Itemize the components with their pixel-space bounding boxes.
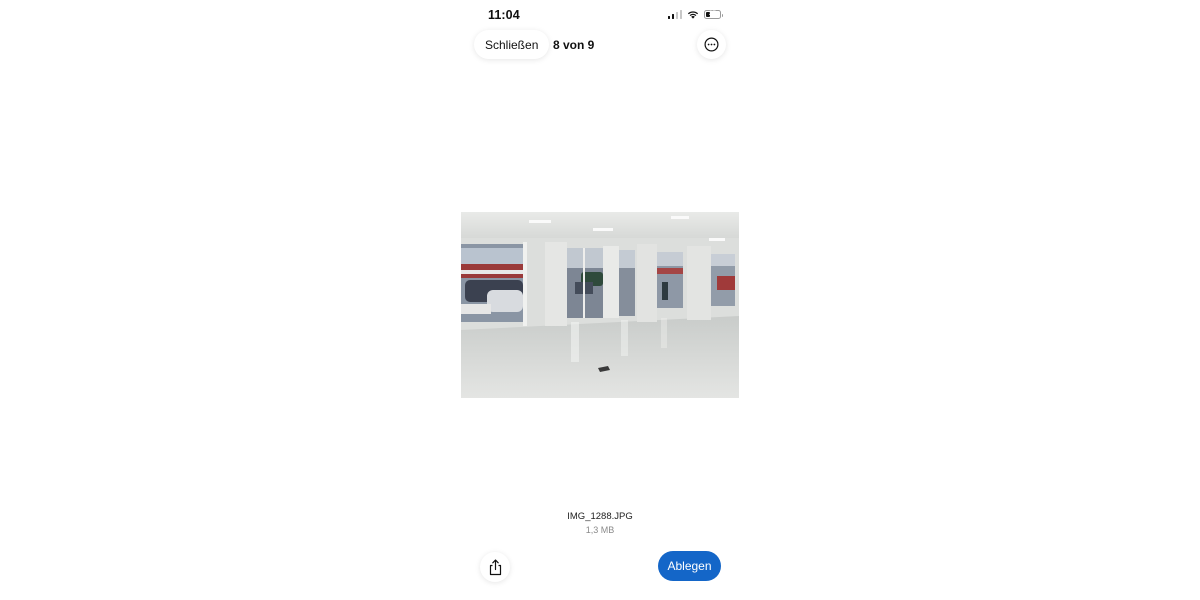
file-name: IMG_1288.JPG <box>567 511 633 522</box>
document-preview-screen: 11:04 27 Schließen 8 von 9 IMG_1288.JPG … <box>461 0 739 600</box>
battery-level: 27 <box>709 11 716 17</box>
status-time: 11:04 <box>488 8 520 22</box>
wifi-icon <box>687 11 699 19</box>
file-size: 1,3 MB <box>585 525 615 535</box>
share-icon <box>489 559 501 575</box>
ellipsis-circle-icon <box>704 37 719 52</box>
battery-icon: 27 <box>704 10 723 19</box>
page-counter: 8 von 9 <box>553 38 595 52</box>
more-options-button[interactable] <box>697 30 726 59</box>
drop-button[interactable]: Ablegen <box>658 551 721 581</box>
status-bar: 11:04 27 <box>461 0 739 30</box>
photo-image[interactable] <box>461 212 739 398</box>
cellular-signal-icon <box>667 10 682 19</box>
share-button[interactable] <box>480 552 510 582</box>
navigation-bar: Schließen 8 von 9 <box>461 30 739 78</box>
status-icons: 27 <box>667 10 723 19</box>
close-button[interactable]: Schließen <box>474 30 550 59</box>
empty-shop-interior-photo <box>461 212 739 398</box>
